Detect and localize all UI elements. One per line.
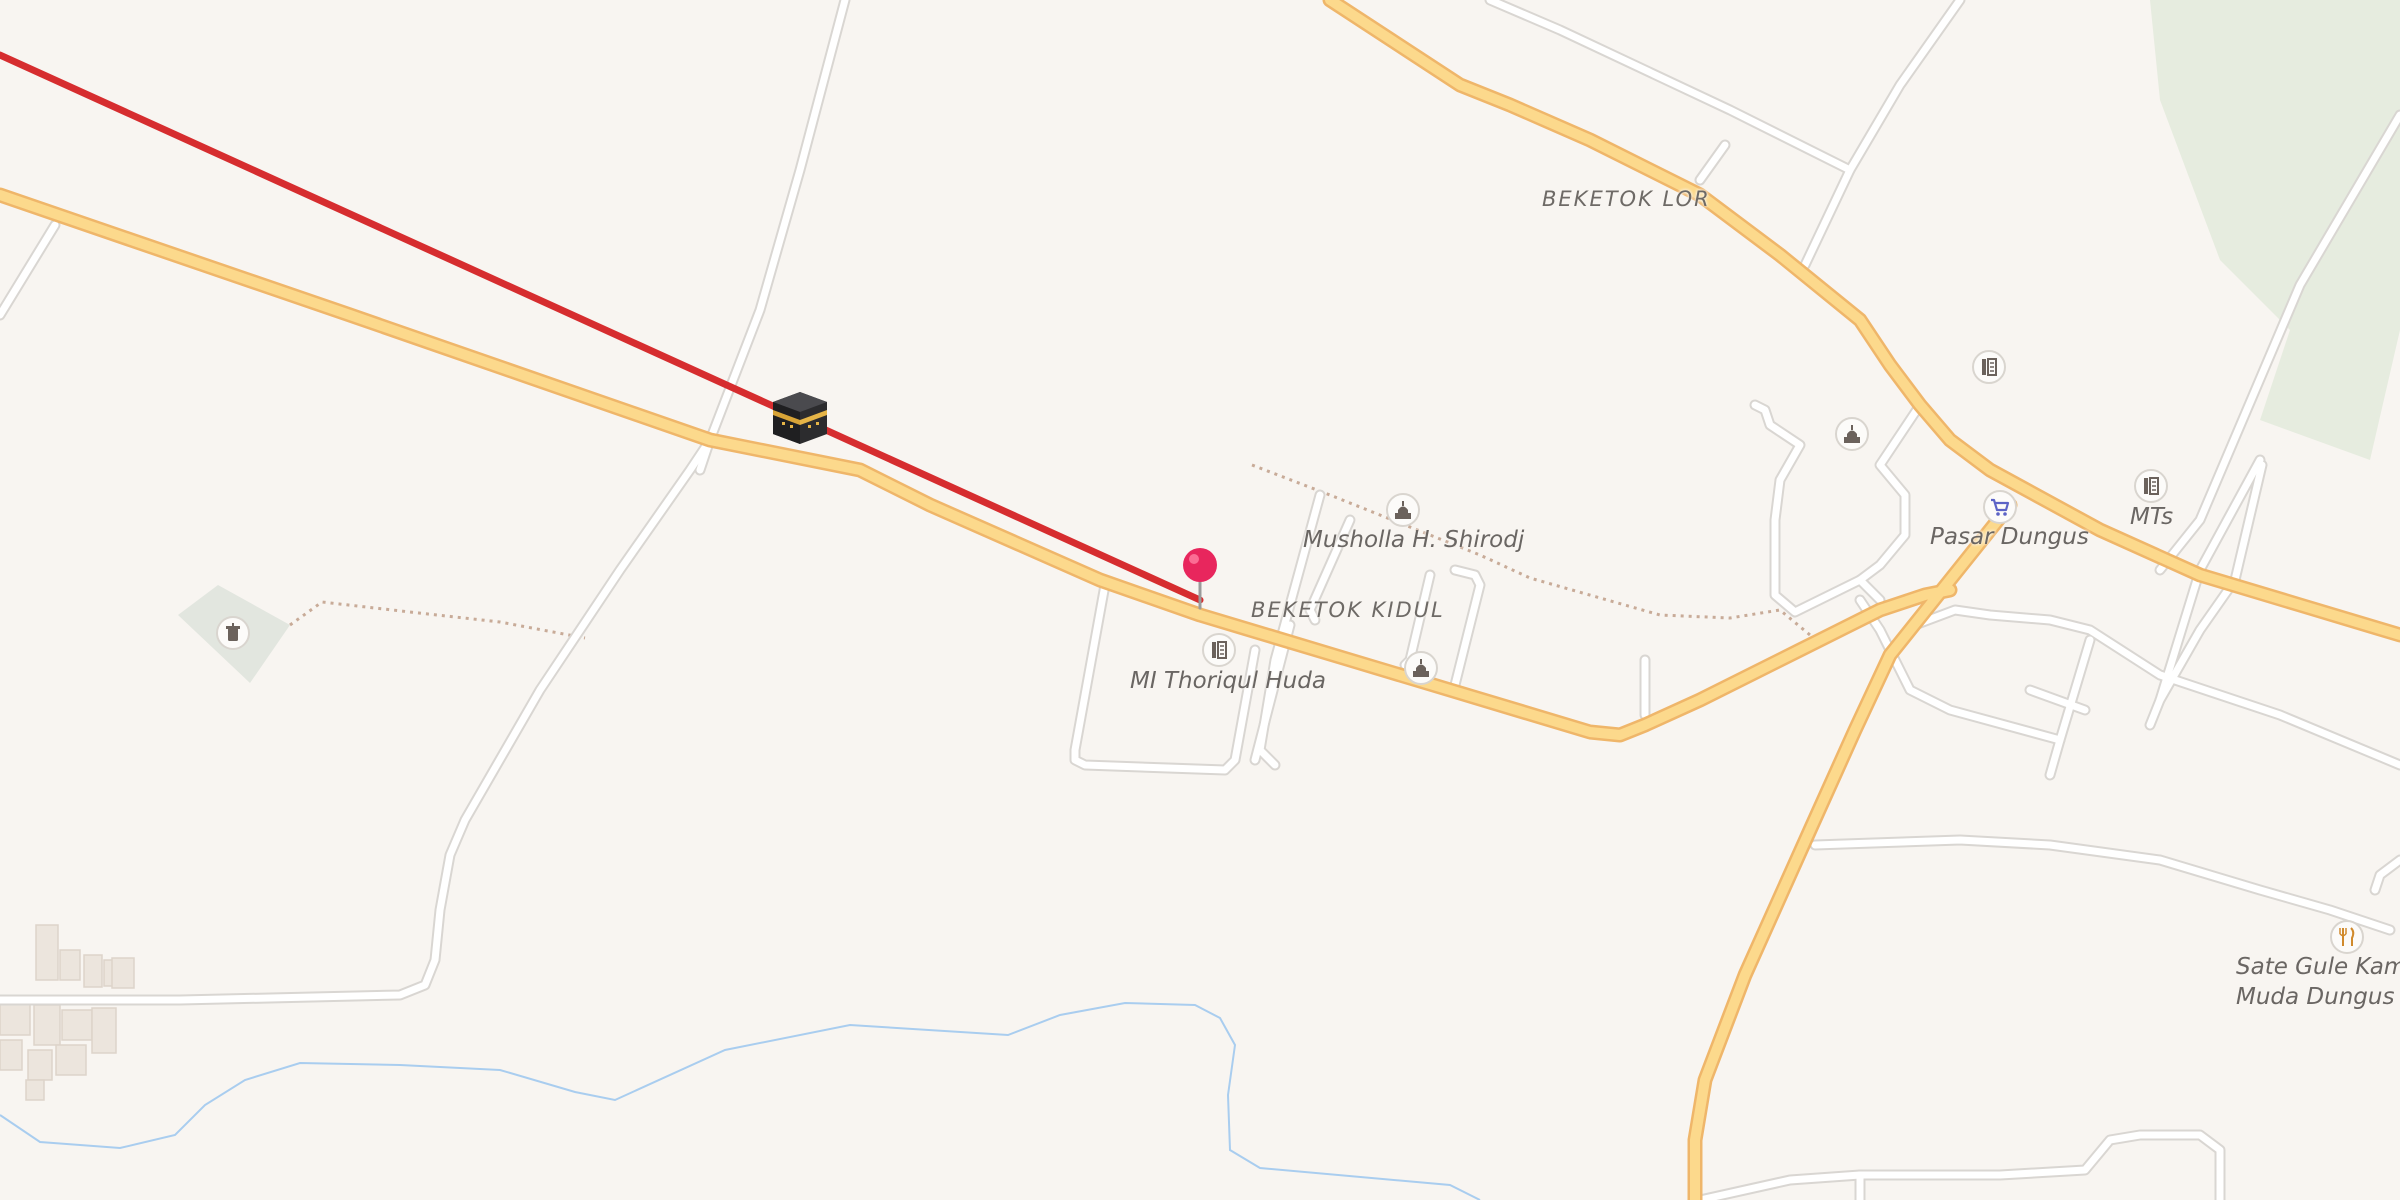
shopping-cart-icon[interactable] [1983, 490, 2017, 524]
poi-label-pasar-dungus: Pasar Dungus [1930, 524, 2089, 550]
poi-label-sate-gule-line1: Sate Gule Kam [2236, 954, 2400, 980]
river [0, 1001, 1481, 1200]
poi-label-mi-thoriqul-huda: MI Thoriqul Huda [1130, 668, 1326, 694]
area-label-beketok-lor: BEKETOK LOR [1542, 187, 1711, 211]
poi-label-sate-gule-line2: Muda Dungus M [2236, 984, 2400, 1010]
park-area [2150, 0, 2400, 460]
restaurant-icon[interactable] [2330, 920, 2364, 954]
mosque-icon[interactable] [1386, 493, 1420, 527]
poi-label-musholla: Musholla H. Shirodj [1303, 527, 1525, 553]
qibla-direction-line [0, 51, 1204, 604]
school-icon[interactable] [1972, 350, 2006, 384]
poi-label-mts: MTs [2130, 504, 2174, 530]
buildings [0, 924, 135, 1101]
school-icon[interactable] [1202, 633, 1236, 667]
cemetery-icon[interactable] [216, 616, 250, 650]
poi-label-sate-gule: Sate Gule Kam Muda Dungus M [2236, 952, 2400, 1012]
mosque-icon[interactable] [1404, 651, 1438, 685]
kaaba-icon[interactable] [770, 390, 830, 446]
area-label-beketok-kidul: BEKETOK KIDUL [1251, 598, 1445, 622]
school-icon[interactable] [2134, 469, 2168, 503]
mosque-icon[interactable] [1835, 417, 1869, 451]
location-pin-icon[interactable] [1180, 546, 1220, 610]
